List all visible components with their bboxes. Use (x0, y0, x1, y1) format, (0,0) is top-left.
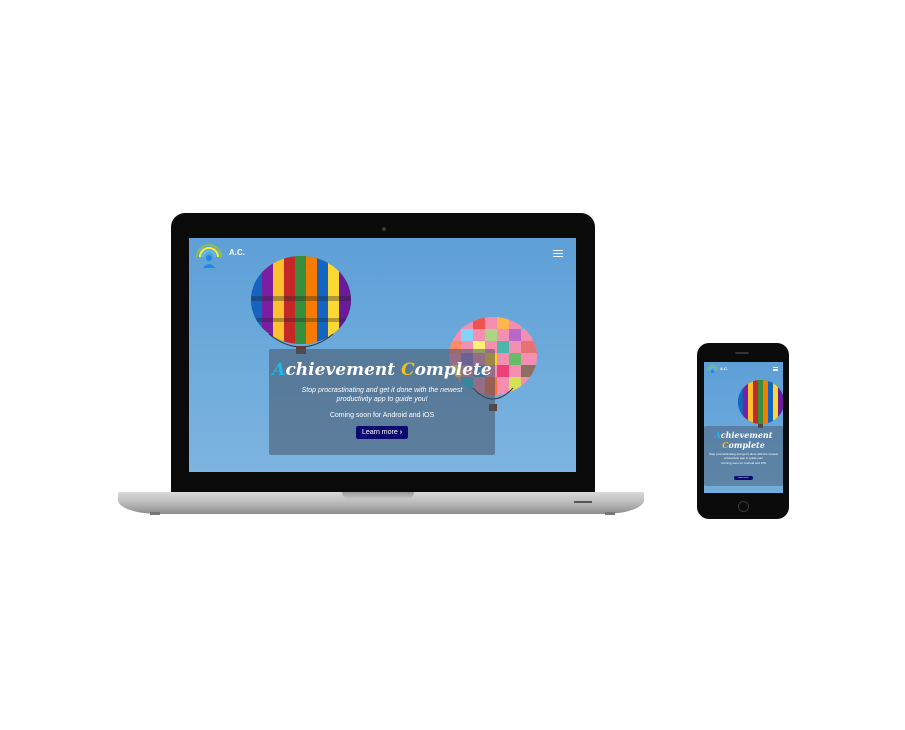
brand-name[interactable]: A.C. (229, 248, 245, 257)
device-mockup-stage: A.C. Achievement Complete Stop procrasti… (0, 0, 905, 730)
laptop-indicator-light (574, 501, 592, 503)
hamburger-menu-icon[interactable] (553, 250, 563, 257)
hero-title-letter-c: C (401, 360, 415, 380)
chevron-right-icon: › (748, 477, 750, 479)
learn-more-button[interactable]: Learn more › (355, 426, 409, 439)
chevron-right-icon: › (399, 429, 403, 436)
laptop-foot (605, 512, 615, 515)
hero-tagline: Stop procrastinating and get it done wit… (301, 387, 463, 403)
rainbow-logo-icon[interactable] (707, 364, 718, 375)
brand-name[interactable]: A.C. (720, 366, 728, 371)
hero-title: Achievement Complete (269, 360, 495, 380)
hero-card: Achievement Complete Stop procrastinatin… (269, 349, 495, 455)
learn-more-label: Learn more (361, 429, 398, 436)
rainbow-logo-icon[interactable] (195, 241, 223, 269)
laptop-foot (150, 512, 160, 515)
hero-title-part-1: chievement (285, 360, 402, 380)
coming-soon-text: Coming soon for Android and iOS (329, 412, 435, 419)
coming-soon-text: Coming soon for Android and iOS (721, 461, 766, 465)
laptop-camera (382, 227, 386, 231)
phone-speaker (735, 352, 749, 354)
hero-title-part-2: omplete (728, 440, 765, 450)
hero-title-part-1: chievement (720, 430, 773, 440)
learn-more-label: Learn more (737, 477, 748, 479)
laptop-opening-notch (342, 492, 414, 499)
hero-card: Achievement Complete Stop procrastinatin… (704, 426, 783, 486)
learn-more-button[interactable]: Learn more › (733, 476, 754, 480)
phone-home-button[interactable] (738, 501, 749, 512)
hero-title-letter-a: A (272, 360, 286, 380)
hero-title: Achievement Complete (704, 430, 783, 450)
hero-title-part-2: omplete (414, 360, 492, 380)
hamburger-menu-icon[interactable] (773, 367, 778, 371)
hero-tagline: Stop procrastinating and get it done wit… (709, 452, 778, 460)
